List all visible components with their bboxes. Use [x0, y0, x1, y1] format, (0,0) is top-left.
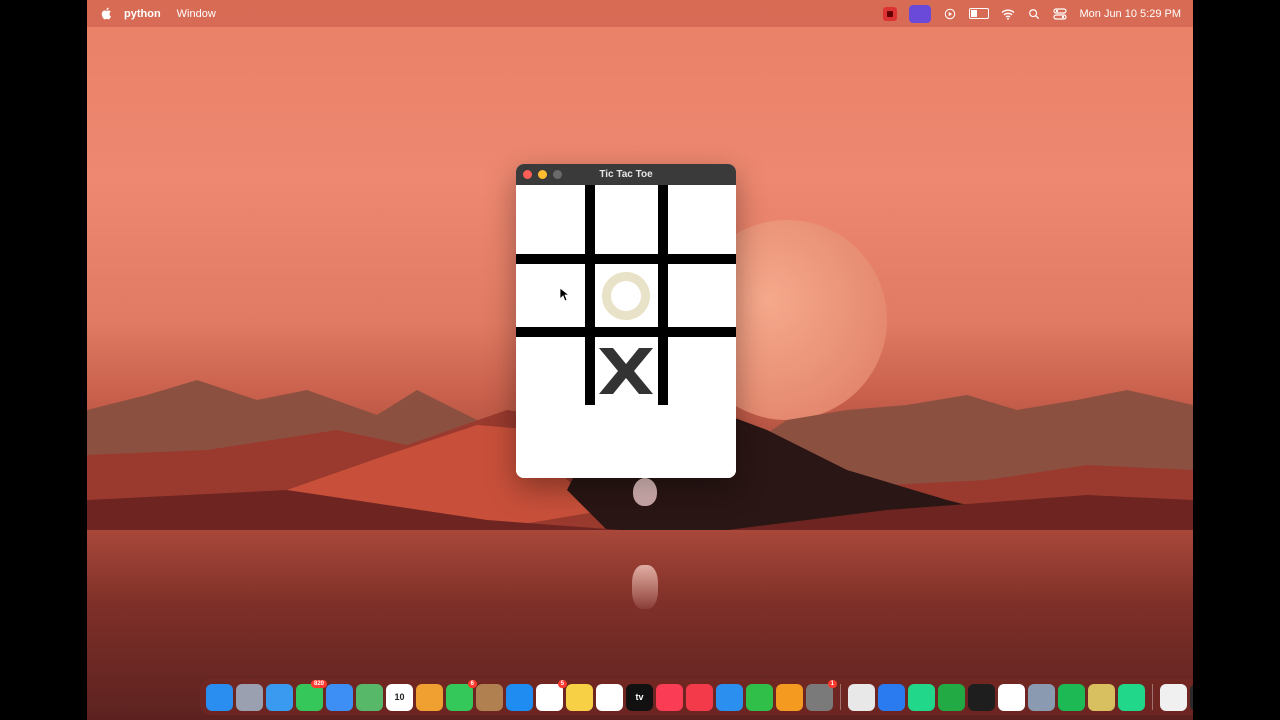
maximize-button[interactable]: [553, 170, 562, 179]
x-mark: [599, 348, 653, 394]
keynote-icon[interactable]: [716, 683, 743, 711]
status-area: Mon Jun 10 5:29 PM: [883, 0, 1181, 27]
cell-0-2[interactable]: [668, 185, 736, 251]
cell-1-2[interactable]: [668, 264, 736, 327]
reminders-badge: 5: [557, 679, 567, 688]
grid-line-horizontal-2: [516, 327, 736, 337]
dock-separator: [840, 684, 841, 710]
cell-0-0[interactable]: [516, 185, 582, 251]
cell-1-1[interactable]: [595, 264, 658, 327]
safari-icon[interactable]: [266, 683, 293, 711]
window-title: Tic Tac Toe: [599, 169, 653, 180]
grid-line-horizontal-1: [516, 254, 736, 264]
python-launcher-icon[interactable]: [1088, 683, 1115, 711]
close-button[interactable]: [523, 170, 532, 179]
cell-1-0[interactable]: [516, 264, 585, 327]
numbers-icon[interactable]: [746, 683, 773, 711]
photos-icon[interactable]: [416, 683, 443, 711]
game-board: [516, 185, 736, 478]
desktop: python Window Mon Jun 10 5:29 PM Tic Tac…: [87, 0, 1193, 720]
apple-menu-icon[interactable]: [100, 7, 112, 20]
cell-2-0[interactable]: [516, 337, 585, 405]
minimize-button[interactable]: [538, 170, 547, 179]
record-stop-icon[interactable]: [883, 6, 898, 21]
window-controls: [523, 170, 562, 179]
contacts-icon[interactable]: [476, 683, 503, 711]
maps-icon[interactable]: [356, 683, 383, 711]
activity-icon[interactable]: [938, 683, 965, 711]
music-icon[interactable]: [656, 683, 683, 711]
window-menu[interactable]: Window: [177, 8, 216, 20]
battery-icon[interactable]: [969, 8, 990, 19]
calendar-icon[interactable]: 10: [386, 683, 413, 711]
apple-wallpaper-logo: [633, 478, 657, 506]
news-icon[interactable]: [686, 683, 713, 711]
play-icon[interactable]: [943, 8, 957, 20]
dock: 820 10 6 5 tv 1: [200, 679, 1193, 715]
bluetooth-icon[interactable]: [878, 683, 905, 711]
facetime-icon[interactable]: 6: [446, 679, 477, 711]
mail-icon[interactable]: [326, 683, 353, 711]
cell-2-1[interactable]: [595, 337, 658, 405]
notes-icon[interactable]: [566, 683, 593, 711]
spotify-icon[interactable]: [1058, 683, 1085, 711]
freeform-icon[interactable]: [596, 683, 623, 711]
facetime-badge: 6: [467, 679, 477, 688]
window-titlebar[interactable]: Tic Tac Toe: [516, 164, 736, 185]
pycharm-icon[interactable]: [908, 683, 935, 711]
screenshot-icon[interactable]: [1190, 683, 1193, 711]
system-settings-icon[interactable]: 1: [806, 679, 837, 711]
grid-line-vertical-2: [658, 185, 668, 405]
o-mark: [602, 272, 650, 320]
dock-separator: [1152, 684, 1153, 710]
terminal-icon[interactable]: [968, 683, 995, 711]
cell-0-1[interactable]: [595, 185, 658, 251]
chrome-icon[interactable]: [848, 683, 875, 711]
app-store-icon[interactable]: [506, 683, 533, 711]
system-settings-badge: 1: [827, 679, 837, 688]
control-center-icon[interactable]: [1053, 7, 1068, 20]
reminders-icon[interactable]: 5: [536, 679, 567, 711]
tv-label: tv: [635, 692, 644, 702]
menu-clock[interactable]: Mon Jun 10 5:29 PM: [1079, 8, 1181, 20]
tv-icon[interactable]: tv: [626, 683, 653, 711]
launchpad-icon[interactable]: [236, 683, 263, 711]
messages-icon[interactable]: 820: [296, 679, 327, 711]
tic-tac-toe-window: Tic Tac Toe: [516, 164, 736, 478]
app-name-menu[interactable]: python: [124, 8, 161, 20]
calendar-label: 10: [394, 692, 405, 702]
preview-icon[interactable]: [1028, 683, 1055, 711]
slack-icon[interactable]: [998, 683, 1025, 711]
pycharm-2-icon[interactable]: [1118, 683, 1145, 711]
messages-badge: 820: [310, 679, 327, 688]
search-icon[interactable]: [1027, 8, 1041, 20]
grid-line-vertical-1: [585, 185, 595, 405]
cell-2-2[interactable]: [668, 337, 736, 405]
mouse-cursor-icon: [560, 288, 570, 302]
pages-icon[interactable]: [776, 683, 803, 711]
wifi-icon[interactable]: [1001, 8, 1015, 20]
screen-mirror-icon[interactable]: [909, 4, 932, 23]
finder-icon[interactable]: [206, 683, 233, 711]
menu-bar: python Window Mon Jun 10 5:29 PM: [87, 0, 1193, 27]
document-icon[interactable]: [1160, 683, 1187, 711]
logo-reflection: [632, 565, 658, 609]
